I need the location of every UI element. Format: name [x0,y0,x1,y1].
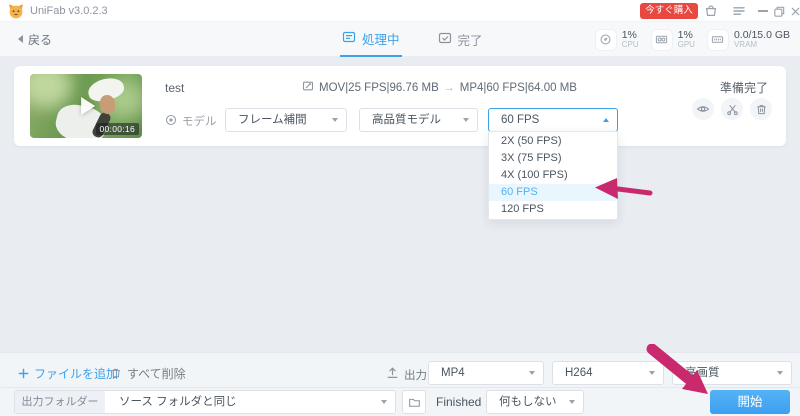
quality-value: 高画質 [685,367,720,379]
cpu-icon [596,30,616,50]
chevron-down-icon [777,371,783,375]
output-upload-icon [386,366,399,379]
vram-stat: 0.0/15.0 GB VRAM [708,30,790,50]
output-format-dropdown[interactable]: MP4 [428,361,544,385]
finished-value: 何もしない [499,396,557,408]
tab-bar: 処理中 完了 [340,22,485,57]
eye-icon [696,102,710,116]
file-name: test [165,81,184,95]
menu-icon[interactable] [732,4,746,18]
cart-icon[interactable] [704,4,718,18]
gpu-icon [652,30,672,50]
footer-bar: ファイルを追加 すべて削除 出力 MP4 H264 高画質 出力フ [0,352,800,416]
model-value: フレーム補間 [238,114,307,126]
output-folder-label: 出力フォルダー [15,391,105,413]
scissors-icon [726,103,739,116]
fps-option-60[interactable]: 60 FPS [489,184,617,201]
close-icon[interactable] [788,4,800,18]
cpu-stat: 1% CPU [596,30,639,50]
fps-dropdown-menu: 2X (50 FPS) 3X (75 FPS) 4X (100 FPS) 60 … [488,131,618,220]
memory-icon [708,30,728,50]
vram-label: VRAM [734,41,790,49]
chevron-down-icon [569,400,575,404]
footer-divider [0,387,800,388]
processing-tab-label: 処理中 [362,29,400,48]
folder-icon [408,396,421,409]
chevron-down-icon [332,118,338,122]
fps-option-2x[interactable]: 2X (50 FPS) [489,133,617,150]
chevron-down-icon [529,371,535,375]
fps-value: 60 FPS [501,114,539,126]
clear-all-label: すべて削除 [127,365,186,382]
restore-window-icon[interactable] [772,4,786,18]
quality-model-value: 高品質モデル [372,114,441,126]
trash-icon [755,103,768,116]
status-ready: 準備完了 [720,79,768,96]
fps-option-120[interactable]: 120 FPS [489,201,617,218]
fps-option-3x[interactable]: 3X (75 FPS) [489,150,617,167]
chevron-up-icon [603,118,609,122]
format-value: MP4 [441,367,465,379]
back-arrow-icon [18,35,23,43]
model-icon [165,114,177,129]
trim-button[interactable] [721,98,743,120]
start-button[interactable]: 開始 [710,390,790,414]
minimize-icon[interactable] [756,4,770,18]
fps-option-4x[interactable]: 4X (100 FPS) [489,167,617,184]
fps-dropdown[interactable]: 60 FPS [488,108,618,132]
video-thumbnail[interactable]: 00:00:16 [30,74,142,138]
media-info: MOV|25 FPS|96.76 MB → MP4|60 FPS|64.00 M… [302,80,577,95]
preview-button[interactable] [692,98,714,120]
output-folder-value: ソース フォルダと同じ [105,391,395,413]
completed-tab-icon [438,31,452,48]
processing-tab-icon [342,30,356,47]
file-actions [692,98,772,120]
add-files-button[interactable]: ファイルを追加 [18,361,118,385]
quality-model-dropdown[interactable]: 高品質モデル [359,108,478,132]
output-folder-dropdown[interactable]: 出力フォルダー ソース フォルダと同じ [14,390,396,414]
play-icon[interactable] [81,97,95,115]
model-dropdown[interactable]: フレーム補間 [225,108,347,132]
codec-value: H264 [565,367,593,379]
gpu-stat: 1% GPU [652,30,695,50]
back-label: 戻る [28,31,52,48]
browse-folder-button[interactable] [402,390,426,414]
clear-all-button[interactable]: すべて削除 [110,361,186,385]
video-duration: 00:00:16 [96,123,140,135]
chevron-down-icon [463,118,469,122]
unifab-logo-icon [8,3,24,19]
trash-icon [110,367,122,379]
model-label: モデル [182,113,217,129]
chevron-down-icon [381,400,387,404]
convert-arrow: → [444,82,455,94]
delete-file-button[interactable] [750,98,772,120]
back-button[interactable]: 戻る [18,22,52,56]
app-title: UniFab v3.0.2.3 [30,0,108,22]
tab-processing[interactable]: 処理中 [340,22,402,57]
target-info: MP4|60 FPS|64.00 MB [460,82,577,94]
file-card: 00:00:16 test MOV|25 FPS|96.76 MB → MP4|… [14,66,786,146]
finished-label: Finished [436,395,481,409]
codec-dropdown[interactable]: H264 [552,361,664,385]
chevron-down-icon [649,371,655,375]
output-label: 出力 [404,367,427,383]
add-files-label: ファイルを追加 [34,365,118,382]
nav-bar: 戻る 処理中 完了 [0,22,800,57]
resource-stats: 1% CPU 1% GPU [596,22,790,57]
quality-dropdown[interactable]: 高画質 [672,361,792,385]
plus-icon [18,368,29,379]
gpu-label: GPU [678,41,695,49]
tab-completed[interactable]: 完了 [436,22,485,57]
cpu-label: CPU [622,41,639,49]
completed-tab-label: 完了 [458,30,483,49]
source-info: MOV|25 FPS|96.76 MB [319,82,439,94]
media-edit-icon [302,80,314,95]
finished-action-dropdown[interactable]: 何もしない [486,390,584,414]
title-bar: UniFab v3.0.2.3 今すぐ購入 [0,0,800,22]
model-label-group: モデル [165,113,217,129]
main-area: 00:00:16 test MOV|25 FPS|96.76 MB → MP4|… [0,57,800,352]
unifab-window: UniFab v3.0.2.3 今すぐ購入 戻る [0,0,800,416]
buy-now-button[interactable]: 今すぐ購入 [640,3,698,19]
